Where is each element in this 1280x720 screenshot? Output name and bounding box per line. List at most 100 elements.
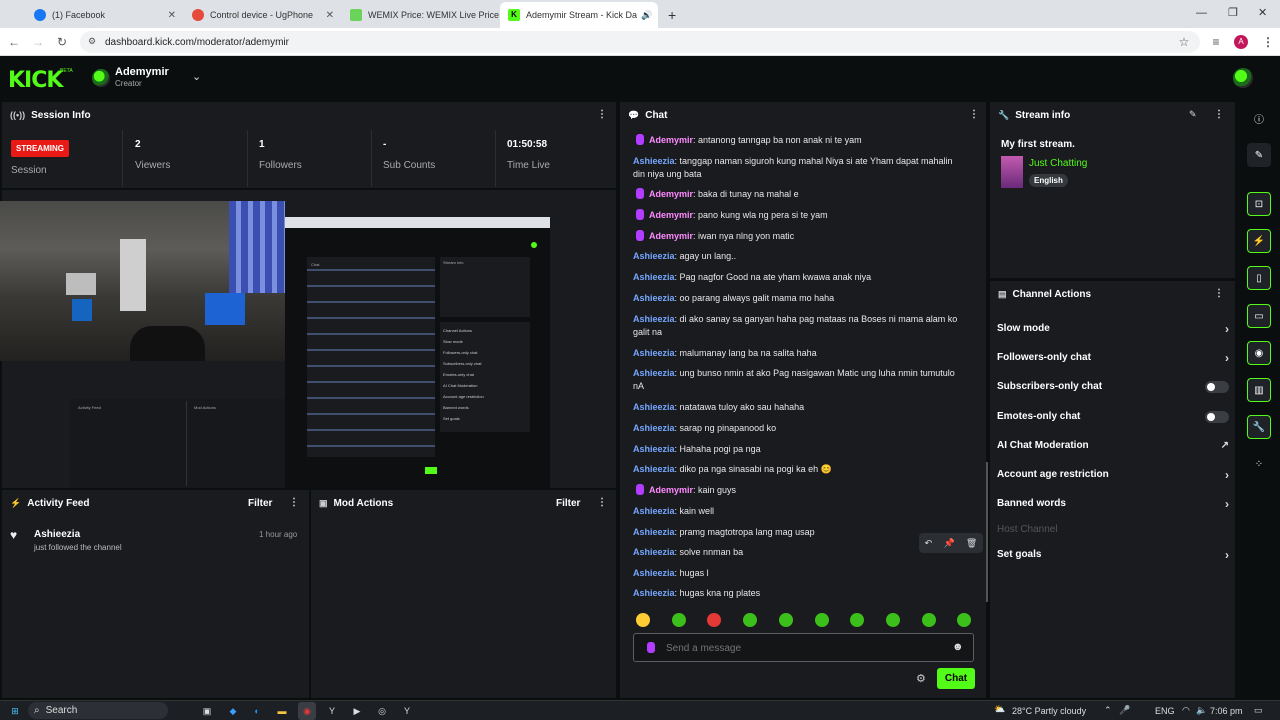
channel-action-subscribers-only-chat[interactable]: Subscribers-only chat [997,372,1229,401]
channel-action-account-age-restriction[interactable]: Account age restriction › [997,460,1229,489]
channel-action-emotes-only-chat[interactable]: Emotes-only chat [997,402,1229,431]
obs-icon[interactable]: ◎ [373,702,391,720]
chat-username[interactable]: Ashieezia [633,547,675,557]
clock[interactable]: 7:06 pm [1210,706,1243,716]
chat-message[interactable]: Ashieezia: natatawa tuloy ako sau hahaha [633,401,963,414]
chat-message[interactable]: Ademymir: baka di tunay na mahal e [636,188,966,201]
activity-menu-icon[interactable]: ⋮ [289,497,299,508]
wifi-icon[interactable]: ◠ [1182,705,1190,716]
close-window-icon[interactable]: ✕ [1258,6,1267,19]
lightning-icon[interactable]: ⚡ [1247,229,1271,253]
chat-username[interactable]: Ashieezia [633,156,675,166]
chat-settings-gear-icon[interactable]: ⚙ [916,672,926,685]
chat-message[interactable]: Ademymir: iwan nya nlng yon matic [636,230,966,243]
user-avatar[interactable] [1233,68,1253,88]
chat-scrollbar[interactable] [986,462,988,602]
chat-username[interactable]: Ashieezia [633,423,675,433]
chat-message[interactable]: Ashieezia: sarap ng pinapanood ko [633,422,963,435]
chat-username[interactable]: Ashieezia [633,272,675,282]
chat-message[interactable]: Ademymir: antanong tanngap ba non anak n… [636,134,966,147]
weather-text[interactable]: 28°C Partly cloudy [1012,706,1086,716]
profile-avatar[interactable]: A [1234,35,1248,49]
toggle-switch[interactable] [1205,410,1229,423]
chat-username[interactable]: Ashieezia [633,348,675,358]
kick-logo[interactable]: KICK [8,68,63,93]
chat-username[interactable]: Ademymir [649,231,693,241]
notes-icon[interactable]: ▯ [1247,266,1271,290]
info-icon[interactable]: ⓘ [1247,106,1271,130]
browser-menu-icon[interactable]: ⋮ [1258,32,1278,52]
chat-username[interactable]: Ademymir [649,210,693,220]
stream-info-menu-icon[interactable]: ⋮ [1214,109,1224,120]
channel-action-banned-words[interactable]: Banned words › [997,489,1229,518]
chat-username[interactable]: Ashieezia [633,588,675,598]
notifications-icon[interactable]: ▭ [1254,705,1263,716]
audio-icon[interactable]: 🔊 [641,10,652,21]
toggle-switch[interactable] [1205,380,1229,393]
chat-username[interactable]: Ashieezia [633,368,675,378]
channel-action-followers-only-chat[interactable]: Followers-only chat › [997,343,1229,372]
emote-icon[interactable] [921,613,936,627]
close-tab-icon[interactable]: ✕ [652,10,658,21]
emoji-picker-icon[interactable]: ☻ [952,641,964,653]
session-menu-icon[interactable]: ⋮ [597,109,607,120]
chat-username[interactable]: Ademymir [649,189,693,199]
close-tab-icon[interactable]: ✕ [162,10,176,21]
forward-arrow-icon[interactable]: → [28,32,48,52]
chat-message[interactable]: Ashieezia: kain well [633,505,963,518]
chat-username[interactable]: Ashieezia [633,402,675,412]
back-arrow-icon[interactable]: ← [4,32,24,52]
copilot-icon[interactable]: ◆ [224,702,242,720]
emote-icon[interactable] [636,613,650,627]
chat-username[interactable]: Ashieezia [633,464,675,474]
wrench-icon[interactable]: 🔧 [1247,415,1271,439]
chat-message[interactable]: Ashieezia: Pag nagfor Good na ate yham k… [633,271,963,284]
taskbar-search[interactable]: ⌕ Search [28,702,168,719]
chat-username[interactable]: Ashieezia [633,444,675,454]
activity-filter-button[interactable]: Filter [248,498,272,509]
tray-chevron-icon[interactable]: ⌃ [1104,705,1112,716]
new-tab-button[interactable]: + [660,2,682,28]
emote-icon[interactable] [743,613,758,627]
chat-input-box[interactable]: ☻ [633,633,974,662]
chat-username[interactable]: Ademymir [649,135,693,145]
channel-action-ai-chat-moderation[interactable]: AI Chat Moderation ↗ [997,431,1229,460]
mic-icon[interactable]: 🎤 [1119,705,1130,716]
chat-message[interactable]: Ademymir: kain guys [636,484,966,497]
task-view-icon[interactable]: ▣ [198,702,216,720]
browser-tab-kick[interactable]: K Ademymir Stream - Kick Da 🔊 ✕ [500,2,658,28]
chrome-icon[interactable]: ◉ [298,702,316,720]
edit-pencil-icon[interactable]: ✎ [1189,109,1197,120]
restore-icon[interactable]: ❐ [1228,6,1238,19]
chat-menu-icon[interactable]: ⋮ [969,109,979,120]
channel-switcher-chevron-icon[interactable]: ⌄ [192,70,201,83]
windows-start-icon[interactable]: ⊞ [6,702,24,720]
chat-username[interactable]: Ashieezia [633,568,675,578]
delete-icon[interactable]: 🗑 [966,538,977,549]
pin-icon[interactable]: 📌 [943,538,954,549]
channel-action-slow-mode[interactable]: Slow mode › [997,314,1229,343]
chat-message[interactable]: Ashieezia: pramg magtotropa lang mag usa… [633,526,963,539]
chat-icon[interactable]: ▭ [1247,304,1271,328]
chat-username[interactable]: Ashieezia [633,251,675,261]
chat-message[interactable]: Ashieezia: di ako sanay sa ganyan haha p… [633,313,963,339]
browser-tab-wemix[interactable]: WEMIX Price: WEMIX Live Price ✕ [342,2,500,28]
file-explorer-icon[interactable]: ▬ [273,702,291,720]
app-icon[interactable]: Y [398,702,416,720]
mod-actions-menu-icon[interactable]: ⋮ [597,497,607,508]
send-chat-button[interactable]: Chat [937,668,975,689]
yandex-icon[interactable]: Y [323,702,341,720]
media-player-icon[interactable]: ▶ [348,702,366,720]
edge-icon[interactable]: ◐ [248,702,266,720]
chat-message[interactable]: Ashieezia: Hahaha pogi pa nga [633,443,963,456]
emote-icon[interactable] [885,613,900,627]
emote-icon[interactable] [671,613,686,627]
reply-icon[interactable]: ↶ [925,538,933,549]
site-info-icon[interactable]: ⚙ [88,36,96,47]
chat-username[interactable]: Ademymir [649,485,693,495]
category-link[interactable]: Just Chatting [1029,158,1087,169]
reload-icon[interactable]: ↻ [52,32,72,52]
category-thumbnail[interactable] [1001,156,1023,188]
browser-tab-ugphone[interactable]: Control device - UgPhone ✕ [184,2,342,28]
chat-input[interactable] [666,640,936,656]
